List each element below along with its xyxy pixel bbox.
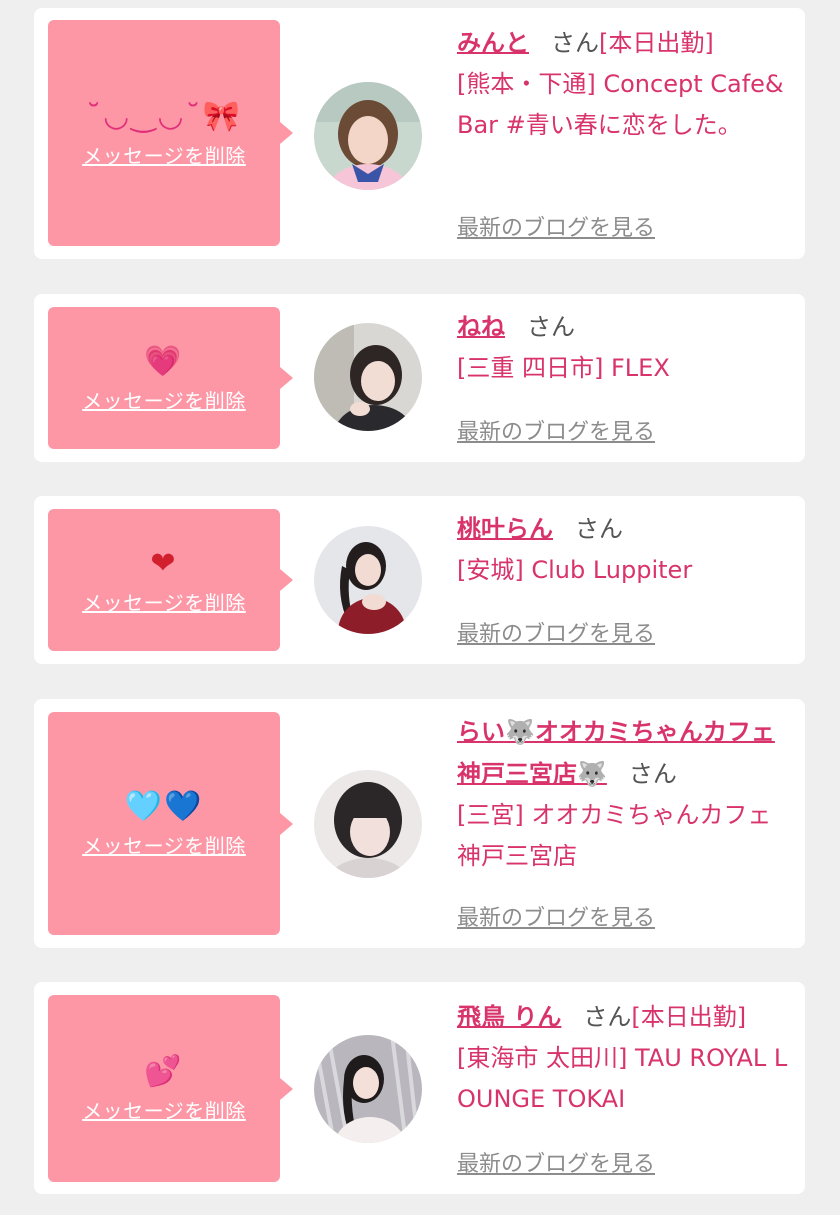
shop-info: [安城] Club Luppiter [457, 556, 693, 584]
delete-message-link[interactable]: メッセージを削除 [82, 385, 246, 414]
latest-blog-link[interactable]: 最新のブログを見る [457, 210, 655, 242]
shop-info: [東海市 太田川] TAU ROYAL LOUNGE TOKAI [457, 1044, 788, 1113]
message-card: 💕 メッセージを削除 飛鳥 りん さん[本日出勤] [東海市 太田川] TAU R… [34, 982, 805, 1194]
delete-message-link[interactable]: メッセージを削除 [82, 587, 246, 616]
avatar[interactable] [314, 82, 422, 190]
shop-info: [熊本・下通] Concept Cafe&Bar #青い春に恋をした。 [457, 70, 784, 139]
message-card: 💗 メッセージを削除 ねね さん [三重 四日市] FLEX 最新のブログを見る [34, 294, 805, 462]
shop-info: [三重 四日市] FLEX [457, 354, 670, 382]
stamp-icon: 💕 [144, 1054, 184, 1089]
message-bubble: 🩵💙 メッセージを削除 [48, 712, 293, 935]
stamp-icon: 💗 [144, 343, 184, 379]
delete-message-link[interactable]: メッセージを削除 [82, 1095, 246, 1124]
stamp-icon: ❤ [150, 545, 178, 581]
avatar[interactable] [314, 770, 422, 878]
shop-info: [三宮] オオカミちゃんカフェ神戸三宮店 [457, 801, 772, 870]
avatar[interactable] [314, 526, 422, 634]
honorific: さん [628, 760, 677, 788]
latest-blog-link[interactable]: 最新のブログを見る [457, 414, 655, 446]
honorific: さん [527, 313, 575, 341]
avatar[interactable] [314, 323, 422, 431]
today-badge: [本日出勤] [631, 1003, 747, 1031]
message-card: 🩵💙 メッセージを削除 らい🐺オオカミちゃんカフェ神戸三宮店🐺 さん [三宮] オ… [34, 699, 805, 948]
stamp-icon: 🩵💙 [124, 789, 204, 824]
today-badge: [本日出勤] [599, 29, 714, 57]
message-bubble: ❤ メッセージを削除 [48, 509, 293, 651]
avatar[interactable] [314, 1035, 422, 1143]
latest-blog-link[interactable]: 最新のブログを見る [457, 1146, 655, 1178]
delete-message-link[interactable]: メッセージを削除 [82, 140, 246, 169]
cast-name-link[interactable]: みんと [457, 29, 529, 57]
message-card: ❤ メッセージを削除 桃叶らん さん [安城] Club Luppiter 最新の… [34, 496, 805, 664]
cast-name-link[interactable]: らい🐺オオカミちゃんカフェ神戸三宮店🐺 [457, 718, 775, 788]
cast-name-link[interactable]: 飛鳥 りん [457, 1003, 561, 1031]
message-bubble: 💗 メッセージを削除 [48, 307, 293, 449]
delete-message-link[interactable]: メッセージを削除 [82, 830, 246, 859]
message-card: ˘◡‿◡˘🎀 メッセージを削除 みんと さん[本日出勤] [熊本・下通] Conc… [34, 8, 805, 259]
latest-blog-link[interactable]: 最新のブログを見る [457, 900, 655, 932]
cast-name-link[interactable]: ねね [457, 313, 505, 341]
message-bubble: ˘◡‿◡˘🎀 メッセージを削除 [48, 20, 293, 246]
honorific: さん [551, 29, 599, 57]
stamp-icon: ˘◡‿◡˘🎀 [86, 98, 242, 134]
honorific: さん [583, 1003, 632, 1031]
honorific: さん [575, 515, 623, 543]
cast-name-link[interactable]: 桃叶らん [457, 515, 553, 543]
message-bubble: 💕 メッセージを削除 [48, 995, 293, 1182]
latest-blog-link[interactable]: 最新のブログを見る [457, 616, 655, 648]
